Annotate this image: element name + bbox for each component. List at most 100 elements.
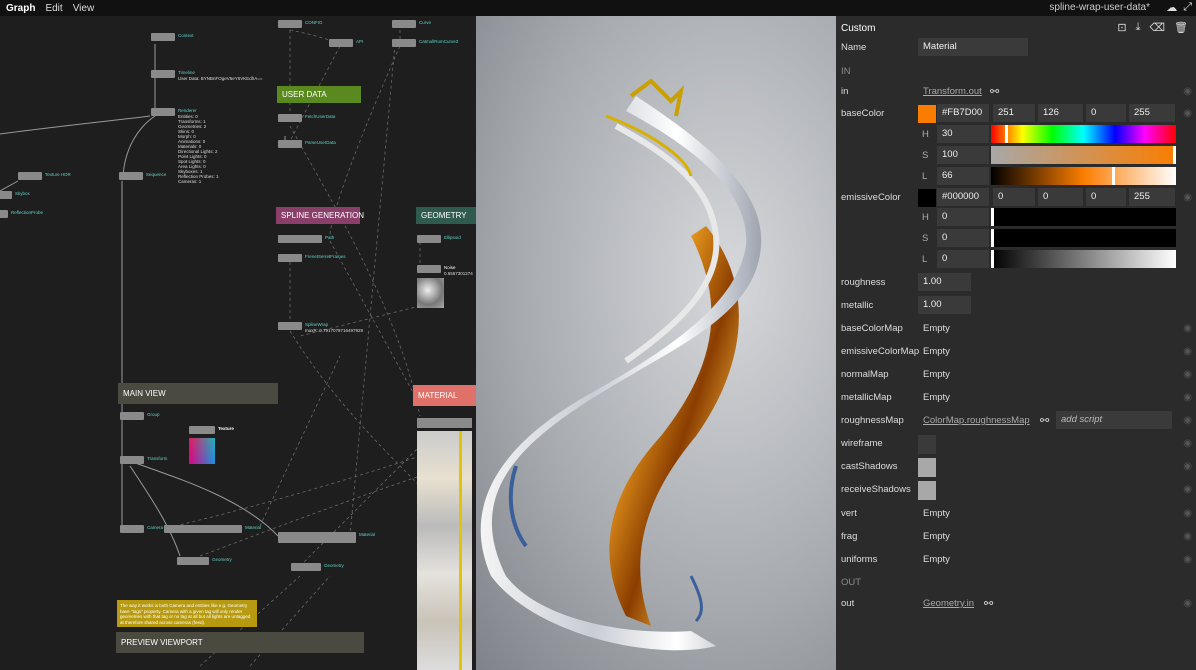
slider-handle[interactable]: [991, 208, 994, 226]
node-geometry[interactable]: Geometry: [177, 557, 232, 565]
node-reflection-probe[interactable]: ReflectionProbe: [0, 210, 43, 218]
slider-handle[interactable]: [991, 229, 994, 247]
node-api[interactable]: API: [329, 39, 363, 47]
slider-handle[interactable]: [1004, 125, 1008, 143]
node-box[interactable]: [151, 33, 175, 41]
group-geometry[interactable]: GEOMETRY: [416, 207, 476, 224]
node-fetch-user-data[interactable]: FetchUserData: [278, 114, 335, 122]
node-sequence[interactable]: Sequence: [119, 172, 166, 180]
eye-icon[interactable]: ◉: [1183, 108, 1192, 119]
emissive-hex-input[interactable]: #000000: [937, 188, 989, 206]
emissive-swatch[interactable]: [918, 189, 936, 207]
basecolor-hex-input[interactable]: #FB7D00: [937, 104, 989, 122]
emissive-r-input[interactable]: 0: [993, 188, 1035, 206]
basecolor-b-input[interactable]: 0: [1086, 104, 1126, 122]
eye-icon[interactable]: ◉: [1183, 323, 1192, 334]
node-box[interactable]: [392, 20, 416, 28]
node-box[interactable]: [164, 525, 242, 533]
node-box[interactable]: [329, 39, 353, 47]
eye-icon[interactable]: ◉: [1183, 86, 1192, 97]
node-texture-hdr[interactable]: Texture HDR: [18, 172, 71, 180]
node-box[interactable]: [278, 235, 322, 243]
node-box[interactable]: [278, 140, 302, 148]
render-viewport[interactable]: [476, 16, 836, 670]
eye-icon[interactable]: ◉: [1183, 346, 1192, 357]
basecolor-h-input[interactable]: 30: [937, 125, 989, 143]
emissive-lightness-slider[interactable]: [991, 250, 1176, 268]
emissive-s-input[interactable]: 0: [937, 229, 989, 247]
fit-icon[interactable]: ⊡: [1117, 21, 1126, 34]
node-box[interactable]: [151, 70, 175, 78]
node-box[interactable]: [120, 456, 144, 464]
basecolor-g-input[interactable]: 126: [1038, 104, 1083, 122]
emissive-a-input[interactable]: 255: [1129, 188, 1175, 206]
eye-icon[interactable]: ◉: [1183, 531, 1192, 542]
wireframe-checkbox[interactable]: [918, 435, 936, 454]
node-box[interactable]: [0, 191, 12, 199]
node-curve[interactable]: Curve: [392, 20, 431, 28]
node-timeline[interactable]: Timeline User Data: BYNBnFOgeV5eY6VKEdhA…: [151, 70, 263, 81]
emissive-b-input[interactable]: 0: [1086, 188, 1126, 206]
node-box[interactable]: [18, 172, 42, 180]
node-box[interactable]: [278, 20, 302, 28]
node-path[interactable]: Path: [278, 235, 334, 243]
slider-handle[interactable]: [991, 250, 994, 268]
node-box[interactable]: [291, 563, 321, 571]
node-context[interactable]: Context: [151, 33, 194, 41]
name-input[interactable]: Material: [918, 38, 1028, 56]
node-ellipsoid[interactable]: Ellipsoid: [417, 235, 461, 243]
eye-icon[interactable]: ◉: [1183, 369, 1192, 380]
node-camera[interactable]: Camera: [120, 525, 163, 533]
cloud-icon[interactable]: ☁: [1166, 1, 1177, 14]
node-group[interactable]: Group: [120, 412, 160, 420]
metallic-input[interactable]: 1.00: [918, 296, 971, 314]
menu-view[interactable]: View: [73, 3, 95, 14]
node-spline-wrap[interactable]: SplineWrap maxR: 0.7917078716497929: [278, 322, 363, 333]
node-box[interactable]: [120, 525, 144, 533]
graph-editor[interactable]: USER DATA SPLINE GENERATION GEOMETRY MAI…: [0, 16, 476, 670]
node-box[interactable]: [392, 39, 416, 47]
group-preview-viewport[interactable]: PREVIEW VIEWPORT: [116, 632, 364, 653]
emissive-g-input[interactable]: 0: [1038, 188, 1083, 206]
node-box[interactable]: [120, 412, 144, 420]
node-catmull[interactable]: CatmullRomCurve3: [392, 39, 458, 47]
add-script-input[interactable]: add script: [1056, 411, 1172, 429]
basecolor-hue-slider[interactable]: [991, 125, 1176, 143]
group-user-data[interactable]: USER DATA: [277, 86, 361, 103]
node-parse-user-data[interactable]: ParseUserData: [278, 140, 336, 148]
in-connection-link[interactable]: Transform.out: [923, 86, 982, 97]
receiveshadows-checkbox[interactable]: [918, 481, 936, 500]
group-main-view[interactable]: MAIN VIEW: [118, 383, 278, 404]
emissive-l-input[interactable]: 0: [937, 250, 989, 268]
eye-icon[interactable]: ◉: [1183, 554, 1192, 565]
basecolor-r-input[interactable]: 251: [993, 104, 1035, 122]
roughnessmap-connection-link[interactable]: ColorMap.roughnessMap: [923, 415, 1030, 426]
node-box[interactable]: [278, 254, 302, 262]
node-box[interactable]: [0, 210, 8, 218]
node-frenet[interactable]: FrenetSerretFrames: [278, 254, 346, 262]
node-box[interactable]: [417, 235, 441, 243]
emissive-saturation-slider[interactable]: [991, 229, 1176, 247]
eye-icon[interactable]: ◉: [1183, 192, 1192, 203]
node-noise[interactable]: Noise 0.6567301274: [417, 265, 473, 276]
eye-icon[interactable]: ◉: [1183, 598, 1192, 609]
material-node-box[interactable]: [417, 418, 472, 428]
eye-icon[interactable]: ◉: [1183, 438, 1192, 449]
link-icon[interactable]: ⚯: [984, 597, 993, 610]
eye-icon[interactable]: ◉: [1183, 484, 1192, 495]
eye-icon[interactable]: ◉: [1183, 508, 1192, 519]
node-transform[interactable]: Transform: [120, 456, 167, 464]
eye-icon[interactable]: ◉: [1183, 392, 1192, 403]
link-icon[interactable]: ⚯: [1040, 414, 1049, 427]
basecolor-lightness-slider[interactable]: [991, 167, 1176, 185]
group-spline-generation[interactable]: SPLINE GENERATION: [276, 207, 364, 224]
node-skybox[interactable]: Skybox: [0, 191, 30, 199]
eye-icon[interactable]: ◉: [1183, 461, 1192, 472]
castshadows-checkbox[interactable]: [918, 458, 936, 477]
emissive-h-input[interactable]: 0: [937, 208, 989, 226]
erase-icon[interactable]: ⌫: [1149, 21, 1165, 34]
basecolor-saturation-slider[interactable]: [991, 146, 1176, 164]
out-connection-link[interactable]: Geometry.in: [923, 598, 974, 609]
eye-icon[interactable]: ◉: [1183, 415, 1192, 426]
fullscreen-icon[interactable]: ⤢: [1183, 1, 1192, 14]
